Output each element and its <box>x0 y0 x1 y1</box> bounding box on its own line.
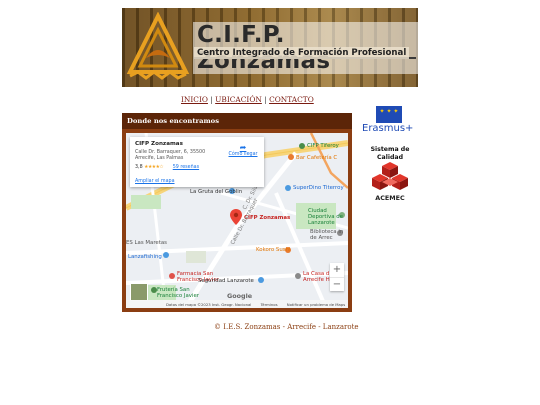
map-label-ciudad: Ciudad Deportiva de Lanzarote <box>308 208 343 226</box>
place-rating: 3,8 ★★★★☆ 59 reseñas <box>135 165 259 170</box>
main-nav: INICIO | UBICACIÓN | CONTACTO <box>181 95 314 104</box>
acemec-label: ACEMEC <box>375 194 405 202</box>
map-label-bar: Bar Cafetería C <box>296 155 338 161</box>
map-terms-link[interactable]: Términos <box>261 302 278 307</box>
map-label-seguridad: Seguridad Lanzarote <box>198 278 254 284</box>
map-label-tiferoy: CIFP Tiferoy <box>307 143 339 149</box>
rating-stars-icon: ★★★★☆ <box>144 165 164 170</box>
erasmus-label: Erasmus+ <box>362 123 414 134</box>
nav-separator: | <box>264 95 267 104</box>
map-label-biblioteca: Biblioteca in de Arrec <box>310 229 344 241</box>
map-label-kokoro: Kokoro Sushi <box>256 247 291 253</box>
google-logo: Google <box>227 292 253 300</box>
location-panel: Donde nos encontramos CIFP Zonzamas CIFP… <box>122 113 352 312</box>
quality-system-logo[interactable]: Sistema de Calidad ACEMEC <box>362 146 418 206</box>
map-label-maretas: ES Las Maretas <box>126 240 167 246</box>
map-label-goblin: La Gruta del Goblin <box>190 189 243 195</box>
map-label-fruteria: Frutería San Francisco Javier <box>157 287 200 299</box>
nav-separator: | <box>210 95 213 104</box>
zoom-controls: + − <box>330 263 344 291</box>
quality-title: Sistema de Calidad <box>370 146 410 161</box>
footer-copyright: © I.E.S. Zonzamas - Arrecife - Lanzarote <box>214 323 359 331</box>
zoom-in-button[interactable]: + <box>330 263 344 277</box>
nav-link-ubicacion[interactable]: UBICACIÓN <box>215 95 262 104</box>
map-attribution: Datos del mapa ©2023 Inst. Geogr. Nacion… <box>166 302 252 307</box>
directions-label: Cómo llegar <box>228 152 258 157</box>
school-logo-icon <box>126 12 190 80</box>
directions-button[interactable]: ➦ Cómo llegar <box>226 143 260 157</box>
header-banner: C.I.F.P. Zonzamas Centro Integrado de Fo… <box>122 8 418 87</box>
map-label-lanzafishing: Lanzafishing <box>128 254 162 260</box>
enlarge-map-link[interactable]: Ampliar el mapa <box>135 179 175 184</box>
banner-subtitle: Centro Integrado de Formación Profesiona… <box>194 47 410 59</box>
map-label-superdino: SuperDino Titerroy <box>293 185 344 191</box>
map-attribution-bar: Datos del mapa ©2023 Inst. Geogr. Nacion… <box>126 300 348 308</box>
zoom-out-button[interactable]: − <box>330 277 344 291</box>
place-address: Calle Dr. Barraquer, 6, 35500 Arrecife, … <box>135 150 206 161</box>
rating-value: 3,8 <box>135 165 143 170</box>
erasmus-logo[interactable]: ✦ ✦ ✦ Erasmus+ <box>362 106 418 136</box>
eu-flag-icon: ✦ ✦ ✦ <box>376 106 402 123</box>
map-report-link[interactable]: Notificar un problema de Maps <box>287 302 346 307</box>
satellite-toggle[interactable] <box>130 283 148 301</box>
directions-icon: ➦ <box>239 143 247 152</box>
nav-link-inicio[interactable]: INICIO <box>181 95 208 104</box>
embedded-map[interactable]: CIFP Zonzamas CIFP Tiferoy Bar Cafetería… <box>126 133 348 308</box>
place-info-card: CIFP Zonzamas Calle Dr. Barraquer, 6, 35… <box>130 137 264 187</box>
panel-heading: Donde nos encontramos <box>122 113 352 129</box>
nav-link-contacto[interactable]: CONTACTO <box>269 95 314 104</box>
acemec-cubes-icon <box>372 162 408 190</box>
reviews-link[interactable]: 59 reseñas <box>173 165 199 170</box>
